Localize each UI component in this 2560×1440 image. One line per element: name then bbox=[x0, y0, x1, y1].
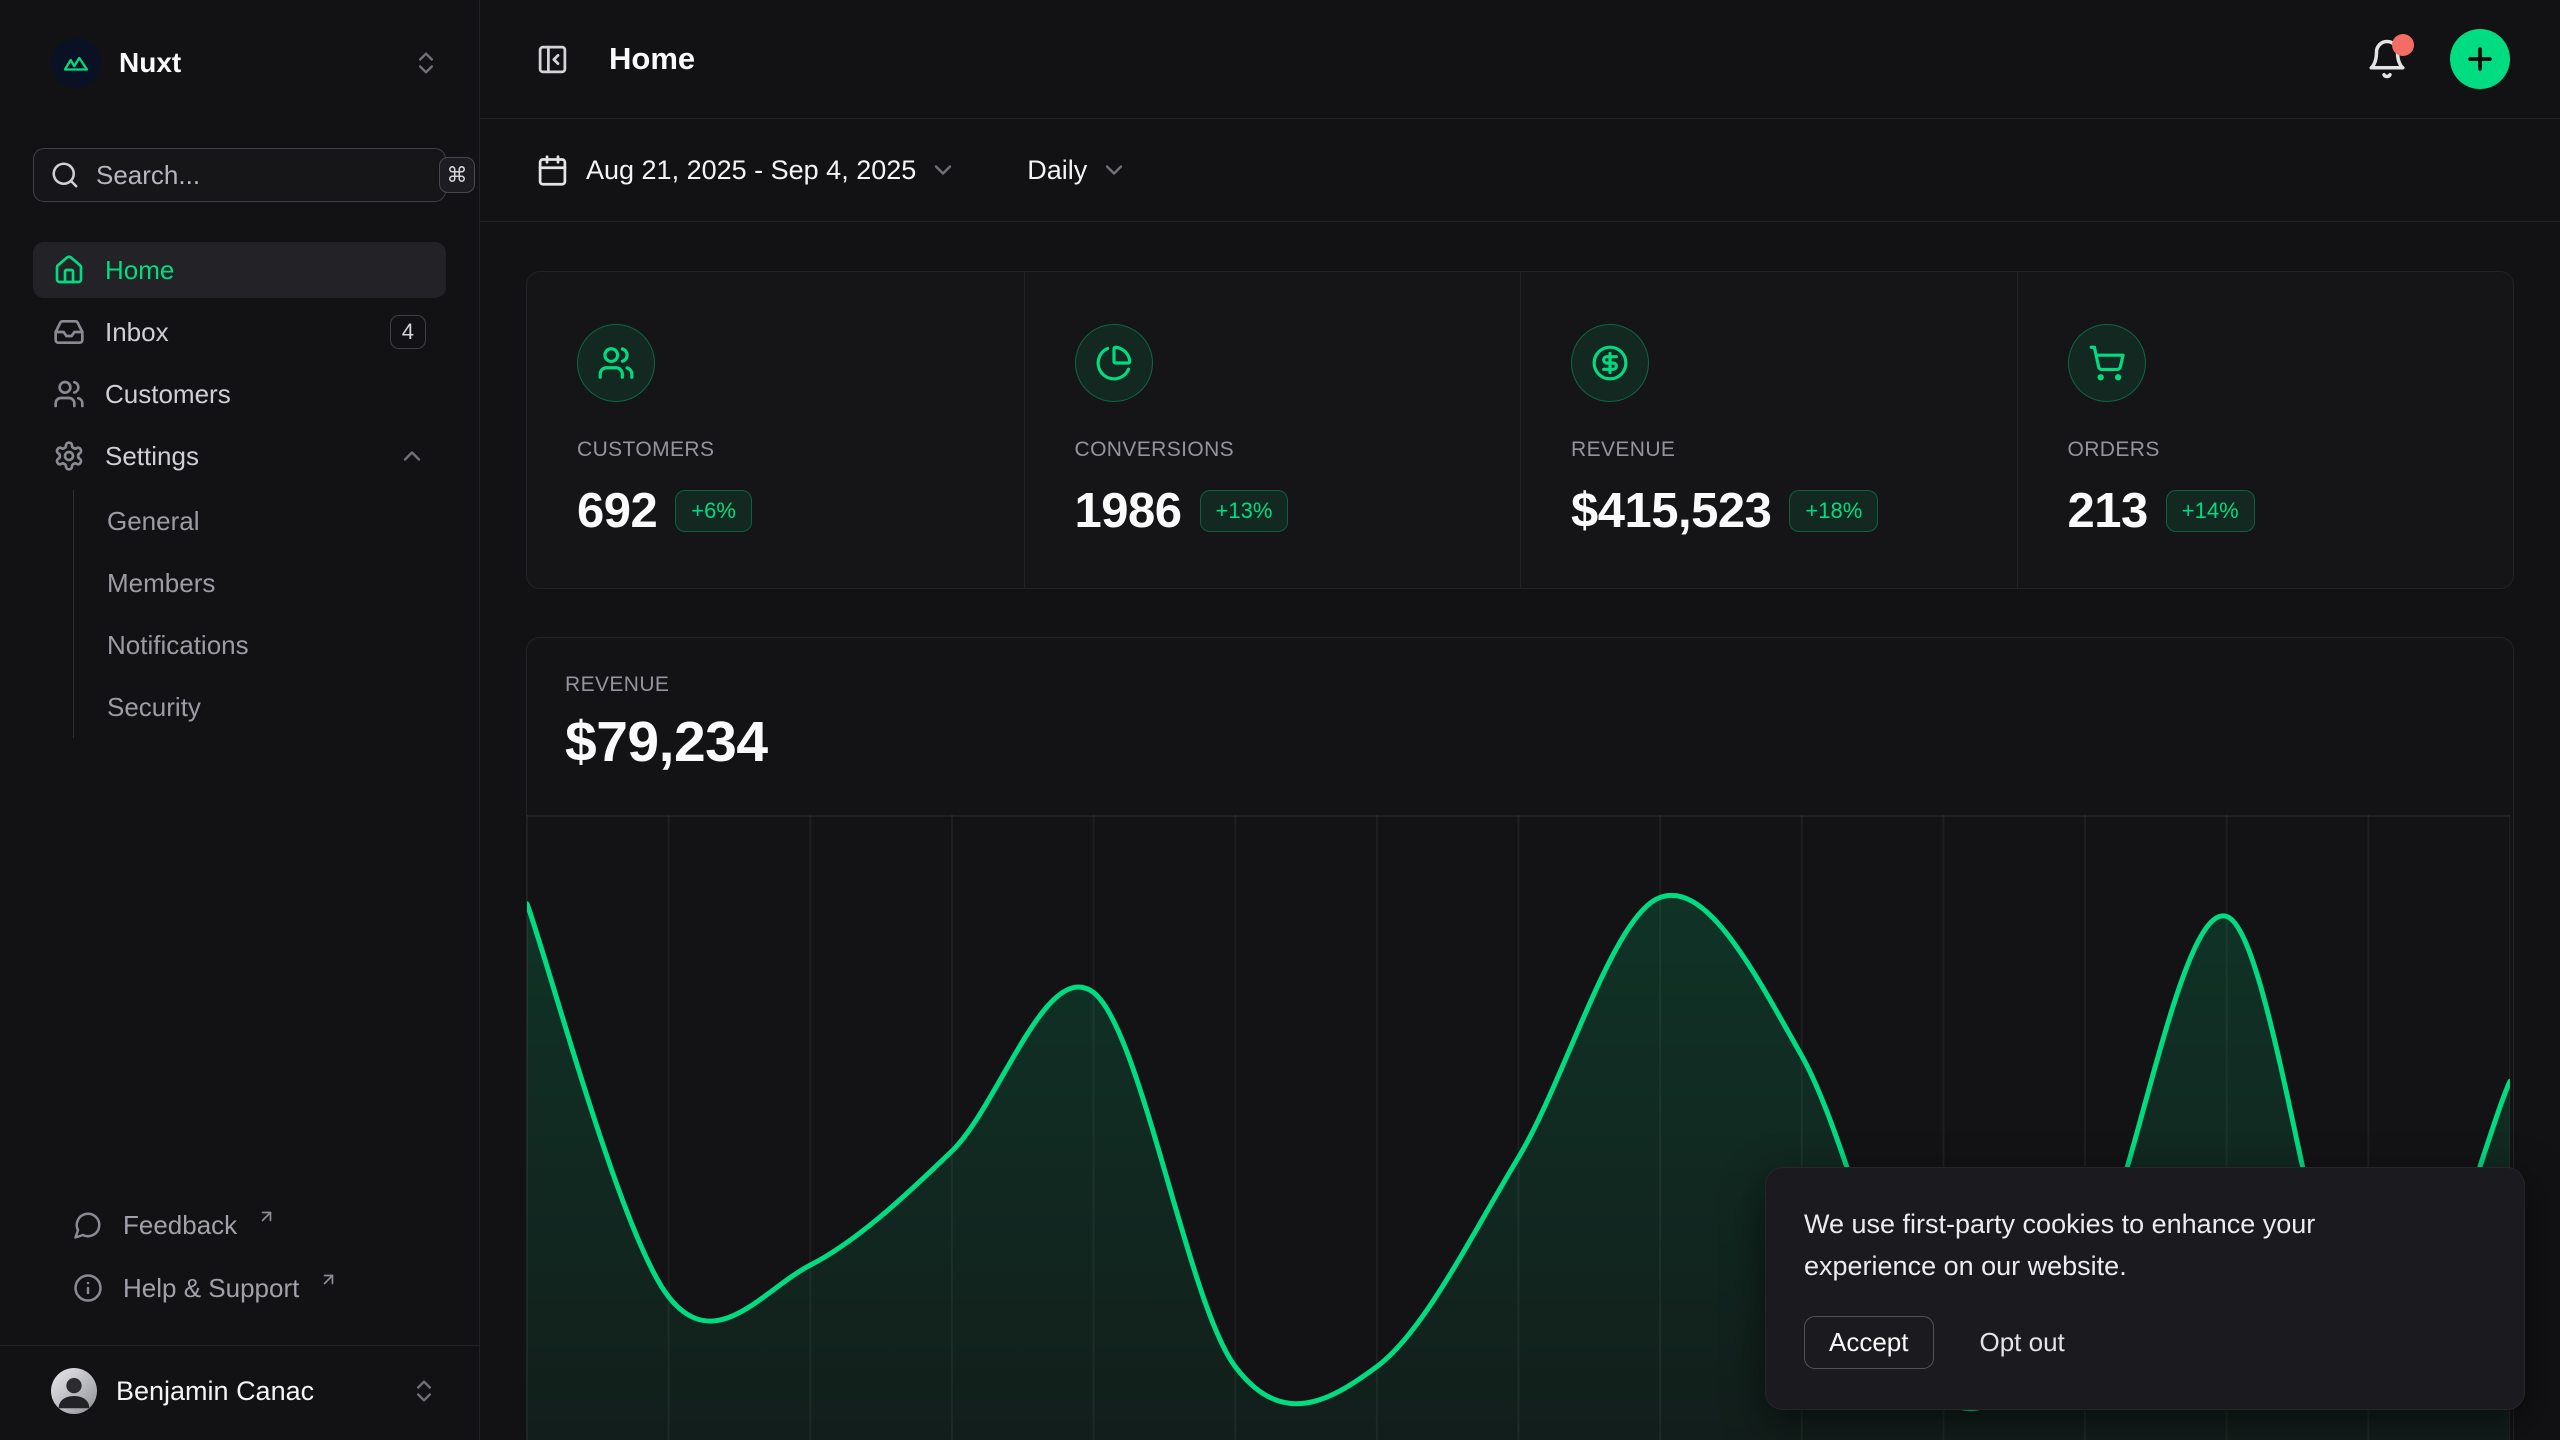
stat-value: 1986 bbox=[1075, 483, 1182, 539]
feedback-link[interactable]: Feedback bbox=[33, 1197, 446, 1253]
chevrons-up-down-icon bbox=[412, 49, 440, 77]
users-icon bbox=[53, 378, 85, 410]
add-button[interactable] bbox=[2450, 29, 2510, 89]
period-value: Daily bbox=[1027, 155, 1087, 186]
user-avatar bbox=[51, 1368, 97, 1414]
stat-delta-badge: +14% bbox=[2166, 490, 2255, 532]
plus-icon bbox=[2463, 42, 2497, 76]
sidebar-item-label: Customers bbox=[105, 379, 231, 410]
sidebar-item-customers[interactable]: Customers bbox=[33, 366, 446, 422]
sidebar-item-notifications[interactable]: Notifications bbox=[74, 614, 446, 676]
inbox-icon bbox=[53, 316, 85, 348]
sidebar-spacer bbox=[33, 738, 446, 1197]
cookie-banner: We use first-party cookies to enhance yo… bbox=[1765, 1167, 2525, 1410]
period-select[interactable]: Daily bbox=[1027, 155, 1128, 186]
stat-conversions[interactable]: CONVERSIONS 1986 +13% bbox=[1024, 272, 1521, 588]
search-input[interactable] bbox=[96, 160, 431, 191]
search-input-wrap[interactable]: ⌘ K bbox=[33, 148, 446, 202]
stat-value: 692 bbox=[577, 483, 657, 539]
inbox-count-badge: 4 bbox=[390, 315, 426, 349]
sidebar-item-general[interactable]: General bbox=[74, 490, 446, 552]
chevrons-up-down-icon bbox=[410, 1377, 438, 1405]
chevron-down-icon bbox=[1100, 156, 1128, 184]
stat-label: REVENUE bbox=[1571, 438, 1967, 462]
help-support-link[interactable]: Help & Support bbox=[33, 1260, 446, 1316]
cookie-message: We use first-party cookies to enhance yo… bbox=[1804, 1204, 2404, 1288]
opt-out-button[interactable]: Opt out bbox=[1980, 1327, 2065, 1358]
kbd-cmd: ⌘ bbox=[439, 157, 475, 193]
page-title: Home bbox=[609, 41, 695, 77]
circle-dollar-icon bbox=[1571, 324, 1649, 402]
sidebar-nav: Home Inbox 4 Customers Settings Ge bbox=[33, 242, 446, 738]
chart-title: REVENUE bbox=[565, 673, 2475, 697]
collapse-sidebar-button[interactable] bbox=[536, 43, 569, 76]
stat-label: CUSTOMERS bbox=[577, 438, 974, 462]
chart-total-value: $79,234 bbox=[565, 709, 2475, 775]
stat-revenue[interactable]: REVENUE $415,523 +18% bbox=[1520, 272, 2017, 588]
gear-icon bbox=[53, 440, 85, 472]
header-actions bbox=[2366, 29, 2510, 89]
mountains-icon bbox=[61, 48, 91, 78]
stats-cards: CUSTOMERS 692 +6% CONVERSIONS 1986 +13% bbox=[526, 271, 2514, 589]
accept-button[interactable]: Accept bbox=[1804, 1316, 1934, 1369]
sidebar-item-label: Inbox bbox=[105, 317, 169, 348]
feedback-label: Feedback bbox=[123, 1210, 237, 1241]
sidebar-item-settings[interactable]: Settings bbox=[33, 428, 446, 484]
person-silhouette-icon bbox=[51, 1368, 97, 1414]
external-link-icon bbox=[319, 1270, 338, 1289]
notification-dot bbox=[2392, 34, 2414, 56]
sidebar-item-security[interactable]: Security bbox=[74, 676, 446, 738]
external-link-icon bbox=[257, 1207, 276, 1226]
nuxt-logo bbox=[51, 38, 101, 88]
sidebar-item-label: Home bbox=[105, 255, 174, 286]
sidebar: Nuxt ⌘ K Home Inbox 4 bbox=[0, 0, 480, 1440]
stat-label: CONVERSIONS bbox=[1075, 438, 1471, 462]
pie-chart-icon bbox=[1075, 324, 1153, 402]
page-header: Home bbox=[480, 0, 2560, 119]
date-range-picker[interactable]: Aug 21, 2025 - Sep 4, 2025 bbox=[536, 154, 957, 187]
stat-delta-badge: +18% bbox=[1789, 490, 1878, 532]
filters-toolbar: Aug 21, 2025 - Sep 4, 2025 Daily bbox=[480, 119, 2560, 222]
message-icon bbox=[73, 1210, 103, 1240]
stat-customers[interactable]: CUSTOMERS 692 +6% bbox=[527, 272, 1024, 588]
chevron-down-icon bbox=[929, 156, 957, 184]
search-icon bbox=[50, 160, 80, 190]
help-support-label: Help & Support bbox=[123, 1273, 299, 1304]
user-section: Benjamin Canac bbox=[0, 1345, 479, 1440]
notifications-button[interactable] bbox=[2366, 38, 2408, 80]
users-icon bbox=[577, 324, 655, 402]
stat-value: 213 bbox=[2068, 483, 2148, 539]
workspace-name: Nuxt bbox=[119, 47, 181, 79]
stat-orders[interactable]: ORDERS 213 +14% bbox=[2017, 272, 2514, 588]
sidebar-item-inbox[interactable]: Inbox 4 bbox=[33, 304, 446, 360]
stat-value: $415,523 bbox=[1571, 483, 1771, 539]
stat-delta-badge: +13% bbox=[1200, 490, 1289, 532]
user-name: Benjamin Canac bbox=[116, 1376, 314, 1407]
user-menu[interactable]: Benjamin Canac bbox=[33, 1360, 446, 1422]
sidebar-item-label: Settings bbox=[105, 441, 199, 472]
home-icon bbox=[53, 254, 85, 286]
sidebar-item-members[interactable]: Members bbox=[74, 552, 446, 614]
chevron-up-icon bbox=[398, 442, 426, 470]
info-icon bbox=[73, 1273, 103, 1303]
sidebar-item-home[interactable]: Home bbox=[33, 242, 446, 298]
workspace-switcher[interactable]: Nuxt bbox=[33, 36, 446, 90]
stat-delta-badge: +6% bbox=[675, 490, 752, 532]
panel-left-close-icon bbox=[536, 43, 569, 76]
settings-children: General Members Notifications Security bbox=[73, 490, 446, 738]
date-range-value: Aug 21, 2025 - Sep 4, 2025 bbox=[586, 155, 916, 186]
cart-icon bbox=[2068, 324, 2146, 402]
calendar-icon bbox=[536, 154, 569, 187]
stat-label: ORDERS bbox=[2068, 438, 2464, 462]
